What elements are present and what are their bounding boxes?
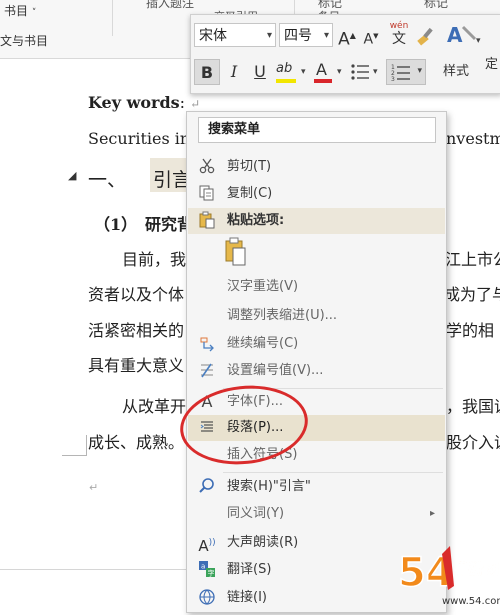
paste-keep-text-icon — [225, 237, 246, 266]
link-icon — [197, 588, 217, 608]
search-icon — [197, 477, 217, 497]
subheading-number: （1） — [94, 215, 138, 234]
menu-item-label: 调整列表缩进(U)... — [227, 308, 338, 323]
paragraph-line: 成为了与 — [444, 285, 500, 304]
phonetic-guide-button[interactable]: wén 文 — [387, 21, 411, 51]
translate-icon: a字 — [197, 560, 217, 580]
grow-font-button[interactable]: A▲ — [337, 23, 357, 50]
scissors-icon — [197, 157, 217, 177]
menu-item-reconversion[interactable]: 汉字重选(V) — [188, 274, 445, 300]
menu-item-cut[interactable]: 剪切(T) — [188, 154, 445, 180]
paragraph-line: 活紧密相关的 — [88, 321, 185, 340]
menu-item-label: 同义词(Y) — [227, 506, 285, 521]
watermark-cn-text: 手游网 — [454, 560, 499, 578]
menu-item-label: 链接(I) — [227, 590, 267, 605]
menu-item-synonyms[interactable]: 同义词(Y) ▸ — [188, 501, 445, 527]
securities-line-right: nvestme — [446, 129, 500, 148]
insert-caption-label[interactable]: 插入题注 — [146, 0, 194, 11]
format-painter-icon[interactable] — [415, 25, 437, 47]
menu-item-adjust-list-indent[interactable]: 调整列表缩进(U)... — [188, 303, 445, 329]
submenu-arrow-icon: ▸ — [429, 508, 435, 519]
svg-text:A: A — [447, 23, 463, 47]
font-color-button[interactable]: A — [311, 59, 335, 85]
highlight-icon: ab — [276, 61, 293, 76]
bullets-dropdown-caret[interactable]: ▾ — [373, 67, 378, 77]
numbering-button[interactable]: 123 ▾ — [386, 59, 426, 85]
read-aloud-icon: A)) — [198, 537, 216, 555]
menu-item-label: 搜索(H)"引言" — [227, 479, 311, 494]
styles-button[interactable]: 样式 — [443, 59, 473, 85]
font-size-select[interactable]: 四号 ▾ — [279, 23, 333, 47]
paragraph-line: 江上市公 — [445, 250, 500, 269]
insert-bibliography-label[interactable]: 文与书目 — [0, 32, 48, 49]
mark-citation-label[interactable]: 标记 — [424, 0, 448, 11]
menu-item-label: 设置编号值(V)... — [227, 363, 324, 378]
collapse-heading-icon[interactable]: ◢ — [68, 169, 76, 182]
menu-item-continue-numbering[interactable]: 继续编号(C) — [188, 331, 445, 357]
margin-corner-mark — [62, 435, 87, 456]
underline-button[interactable]: U — [247, 59, 273, 85]
menu-item-label: 复制(C) — [227, 186, 273, 201]
numbering-icon: 123 — [391, 64, 410, 83]
svg-text:▾: ▾ — [476, 36, 481, 46]
paragraph-line: 具有重大意义 — [88, 356, 185, 375]
mini-toolbar: 宋体 ▾ 四号 ▾ A▲ A▼ wén 文 A ▾ B I U ab ▾ A ▾ ▾ … — [190, 14, 500, 94]
continue-numbering-icon — [197, 334, 217, 354]
font-color-icon: A — [316, 60, 327, 79]
bold-button[interactable]: B — [194, 59, 220, 85]
font-color-dropdown-caret[interactable]: ▾ — [337, 67, 342, 77]
svg-text:字: 字 — [208, 569, 215, 578]
italic-button[interactable]: I — [221, 59, 247, 85]
menu-item-paste-options: 粘贴选项: — [188, 208, 445, 234]
page-bottom-edge — [0, 569, 186, 570]
watermark-logo: 54 手游网 www.54.com — [396, 540, 500, 611]
bibliography-label[interactable]: 书目 ˅ — [4, 2, 36, 19]
highlight-dropdown-caret[interactable]: ▾ — [301, 67, 306, 77]
group-divider — [112, 0, 113, 36]
menu-item-label: 剪切(T) — [227, 159, 272, 174]
paragraph-line: 目前，我 — [122, 250, 187, 269]
menu-item-search[interactable]: 搜索(H)"引言" — [188, 474, 445, 500]
new-comment-label[interactable]: 定 — [485, 53, 500, 73]
menu-search-input[interactable]: 搜索菜单 — [198, 117, 436, 143]
menu-item-label: 汉字重选(V) — [227, 279, 299, 294]
paragraph-line: ，我国证 — [446, 397, 500, 416]
paragraph-line: 股介入证 — [446, 433, 500, 452]
heading-number: 一、 — [88, 169, 127, 191]
font-color-bar — [314, 79, 332, 83]
paragraph-line: 成长、成熟。 — [88, 433, 185, 452]
paragraph-line: 从改革开 — [122, 397, 187, 416]
menu-separator — [223, 472, 443, 473]
highlight-button[interactable]: ab — [273, 59, 299, 85]
paragraph-line: 学的相 — [446, 321, 495, 340]
menu-item-copy[interactable]: 复制(C) — [188, 181, 445, 207]
text-effects-icon[interactable]: A ▾ — [445, 21, 485, 49]
menu-item-label: 粘贴选项: — [227, 213, 285, 228]
context-menu: 搜索菜单 剪切(T) 复制(C) 粘贴选项: 汉字重选(V) 调整列表缩进(U)… — [186, 111, 447, 613]
menu-item-set-numbering-value[interactable]: 设置编号值(V)... — [188, 358, 445, 384]
watermark-url: www.54.com — [442, 596, 500, 607]
menu-item-label: 翻译(S) — [227, 562, 272, 577]
font-name-select[interactable]: 宋体 ▾ — [194, 23, 276, 47]
menu-item-label: 大声朗读(R) — [227, 535, 299, 550]
shrink-font-button[interactable]: A▼ — [361, 23, 381, 49]
paste-keep-text-only-button[interactable] — [223, 237, 251, 267]
set-numbering-icon — [197, 361, 217, 381]
copy-icon — [197, 184, 217, 204]
paragraph-line: 资者以及个体 — [88, 285, 185, 304]
menu-item-label: 继续编号(C) — [227, 336, 299, 351]
securities-line-left: Securities inv — [88, 129, 200, 148]
svg-text:3: 3 — [391, 76, 395, 83]
paste-icon — [197, 211, 217, 231]
highlight-color-bar — [276, 79, 296, 83]
bullets-icon[interactable] — [349, 61, 371, 83]
keywords-line: Key words: ↵ — [88, 93, 201, 112]
paragraph-end-mark: ↵ — [89, 481, 99, 494]
svg-text:a: a — [201, 563, 205, 571]
watermark-logo-graphic: 54 手游网 www.54.com — [397, 546, 500, 607]
